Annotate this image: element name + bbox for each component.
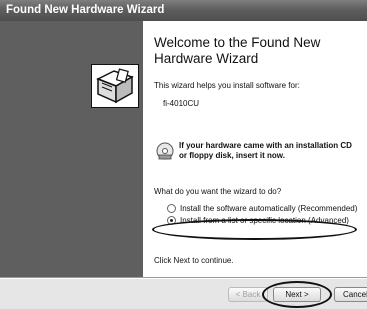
cd-notice: If your hardware came with an installati… [179, 141, 352, 161]
radio-button[interactable] [167, 204, 176, 213]
device-name: fi-4010CU [163, 99, 200, 108]
radio-button-selected[interactable] [167, 216, 176, 225]
button-bar: < Back Next > Cancel [0, 279, 367, 309]
option-label: Install from a list or specific location… [180, 216, 349, 225]
cd-icon [155, 141, 175, 161]
intro-text: This wizard helps you install software f… [154, 81, 300, 90]
wizard-heading: Welcome to the Found New Hardware Wizard [154, 35, 321, 66]
cd-notice-line1: If your hardware came with an installati… [179, 141, 352, 150]
option-label: Install the software automatically (Reco… [180, 204, 358, 213]
back-button[interactable]: < Back [228, 287, 268, 302]
cd-notice-line2: or floppy disk, insert it now. [179, 151, 285, 160]
title-bar[interactable]: Found New Hardware Wizard [0, 0, 367, 21]
continue-text: Click Next to continue. [154, 256, 234, 265]
wizard-content: Welcome to the Found New Hardware Wizard… [143, 21, 367, 277]
window-title: Found New Hardware Wizard [6, 4, 165, 16]
option-install-automatically[interactable]: Install the software automatically (Reco… [167, 204, 357, 213]
wizard-side-panel [0, 21, 143, 277]
hardware-box-icon [91, 64, 139, 108]
wizard-window: Found New Hardware Wizard Welcome to the… [0, 0, 367, 309]
cancel-button[interactable]: Cancel [334, 287, 367, 302]
next-button[interactable]: Next > [273, 287, 321, 302]
wizard-question: What do you want the wizard to do? [154, 187, 282, 196]
option-install-from-list[interactable]: Install from a list or specific location… [167, 216, 349, 225]
